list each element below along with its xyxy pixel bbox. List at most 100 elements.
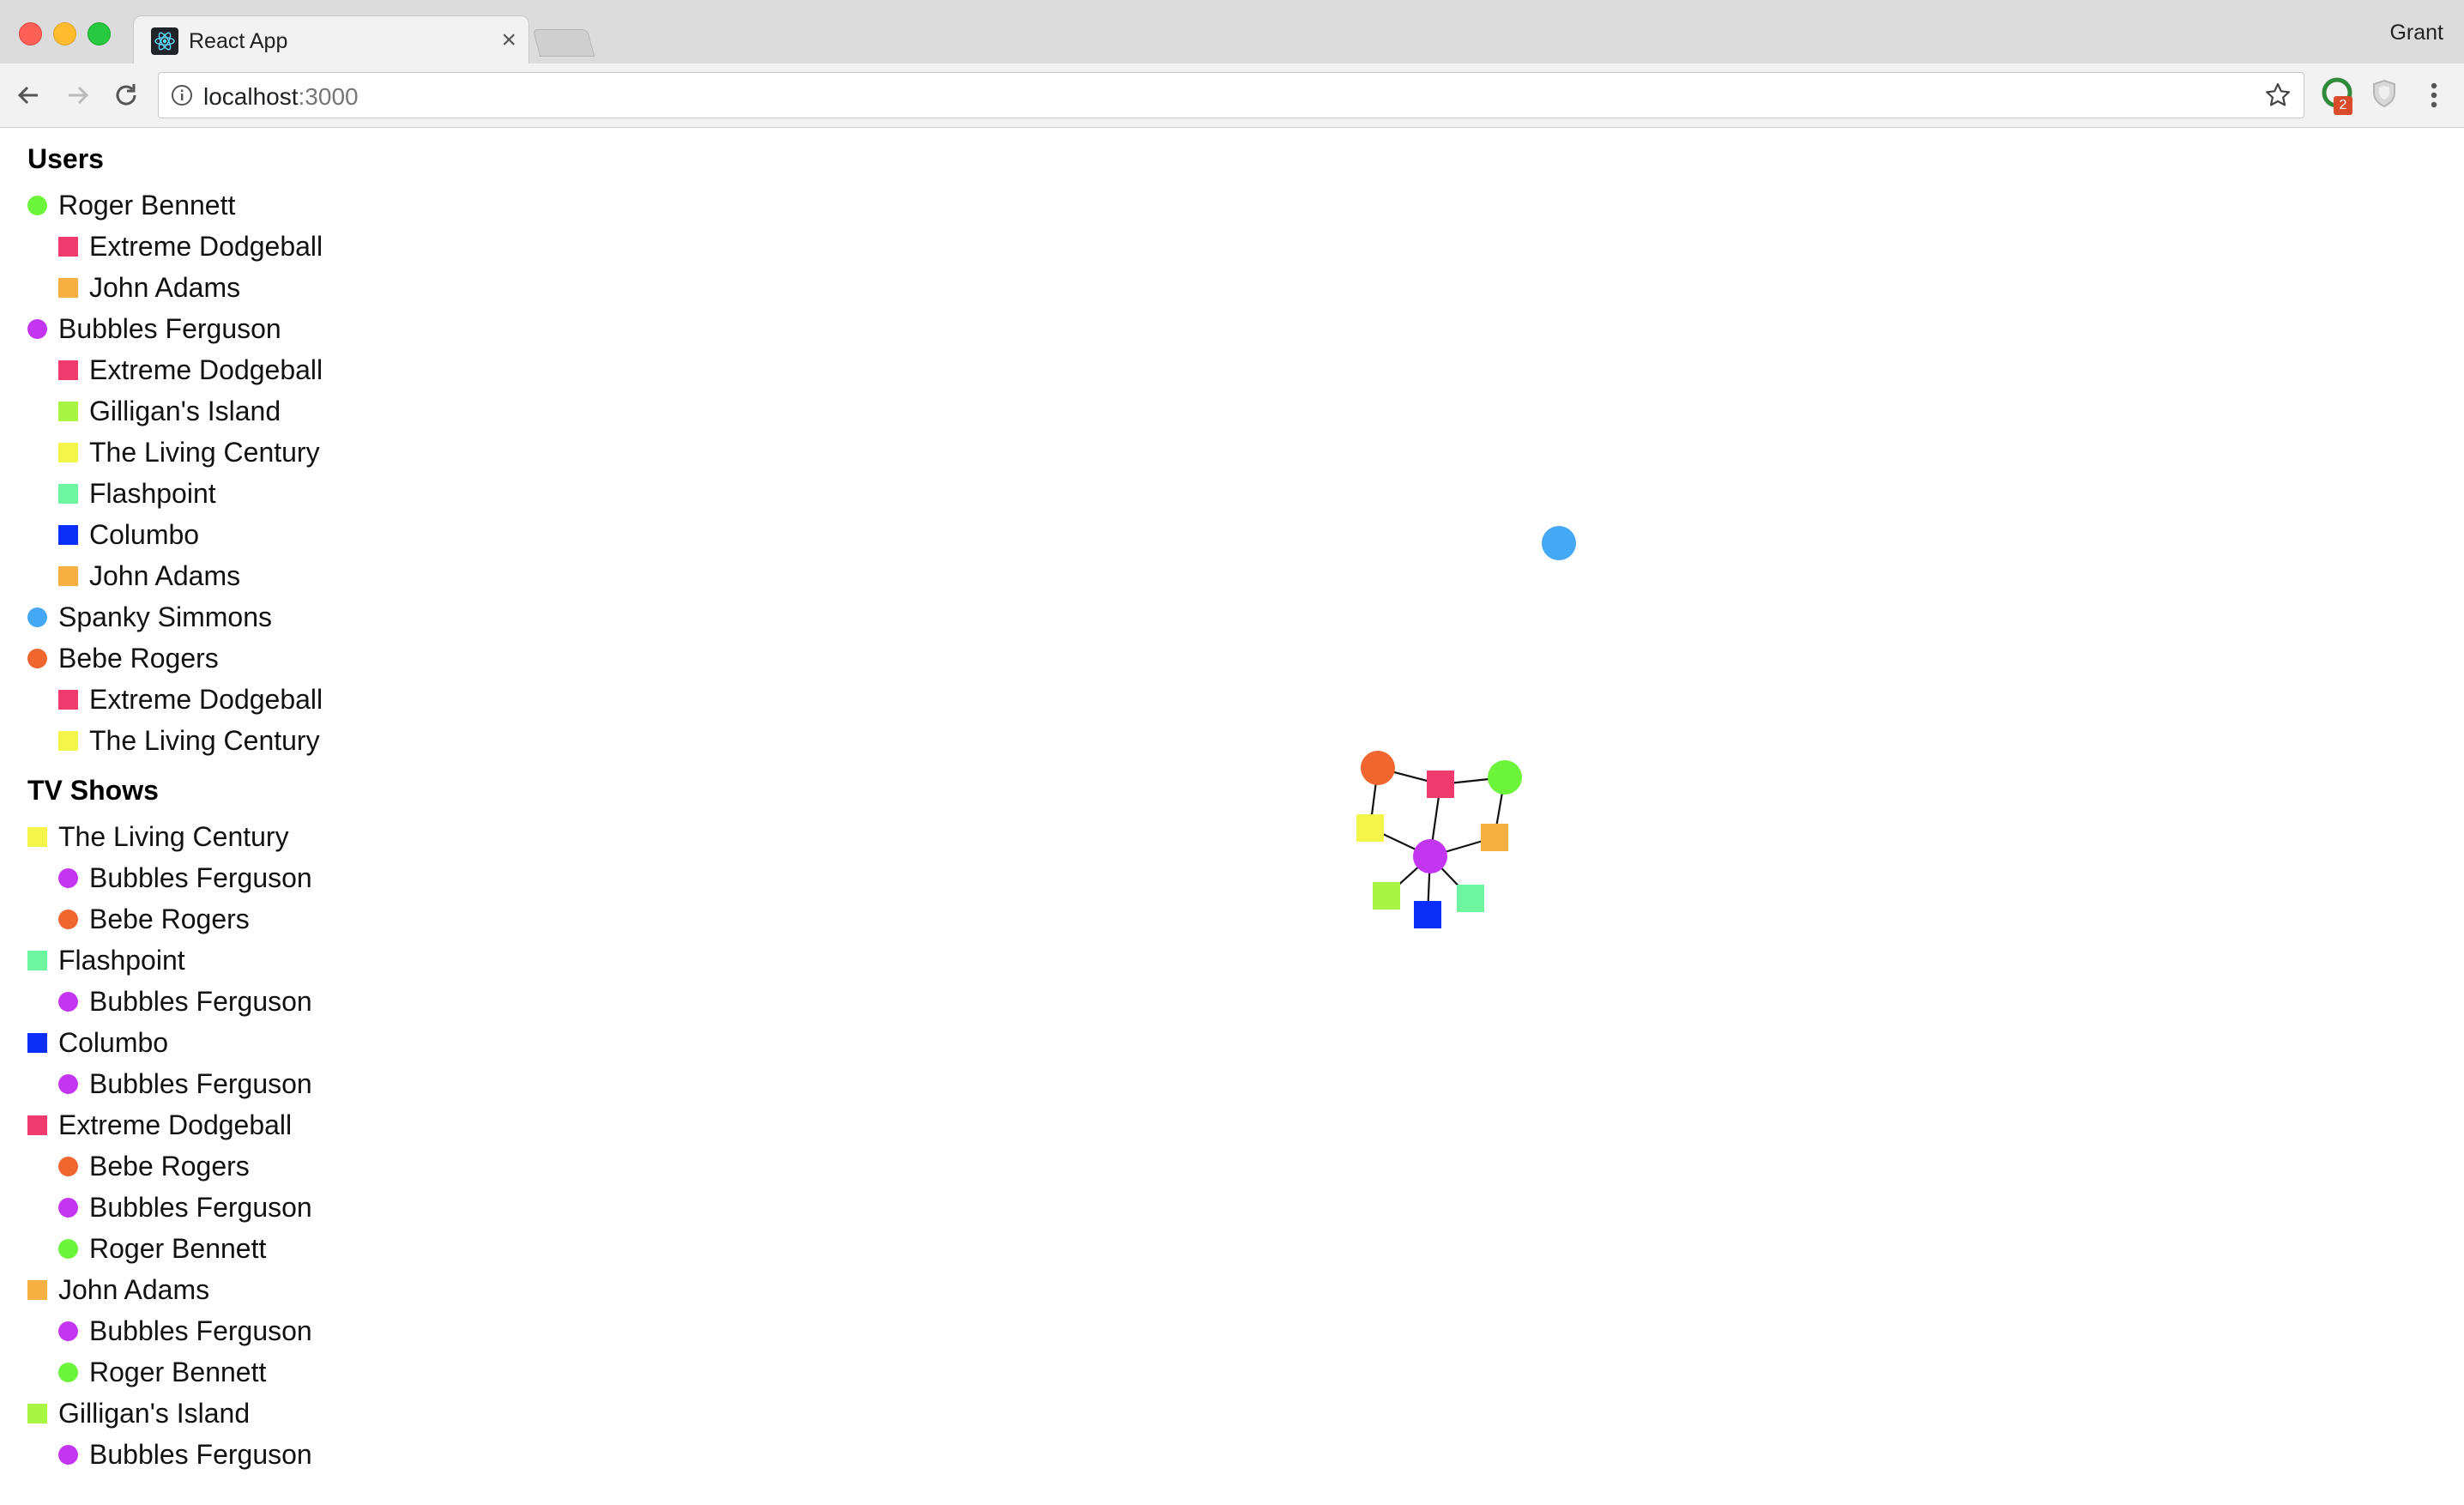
show-square-marker	[58, 402, 78, 421]
user-show-item-john-adams: John Adams	[27, 555, 456, 596]
new-tab-button[interactable]	[532, 29, 595, 57]
users-heading: Users	[27, 143, 104, 174]
show-square-marker	[27, 1404, 47, 1423]
graph-show-node-the-living-century[interactable]	[1356, 814, 1384, 842]
user-circle-marker	[58, 1445, 78, 1465]
graph-user-node-roger-bennett[interactable]	[1488, 760, 1522, 795]
user-show-item-the-living-century-label: The Living Century	[89, 725, 320, 756]
user-show-item-extreme-dodgeball: Extreme Dodgeball	[27, 349, 456, 390]
user-show-item-flashpoint-label: Flashpoint	[89, 478, 216, 509]
user-show-item-flashpoint: Flashpoint	[27, 473, 456, 514]
show-user-item-roger-bennett-label: Roger Bennett	[89, 1357, 267, 1387]
show-user-item-roger-bennett: Roger Bennett	[27, 1351, 456, 1393]
users-list: Roger Bennett Extreme Dodgeball John Adams…	[27, 184, 456, 761]
show-user-item-bubbles-ferguson: Bubbles Ferguson	[27, 857, 456, 898]
show-user-item-bubbles-ferguson: Bubbles Ferguson	[27, 1187, 456, 1228]
user-show-item-extreme-dodgeball-label: Extreme Dodgeball	[89, 684, 323, 715]
show-item-flashpoint: Flashpoint	[27, 940, 456, 981]
graph-user-node-bubbles-ferguson[interactable]	[1413, 839, 1447, 873]
show-user-item-bubbles-ferguson-label: Bubbles Ferguson	[89, 862, 312, 893]
tab-close-icon[interactable]: ×	[501, 25, 516, 56]
user-circle-marker	[27, 319, 47, 339]
info-icon[interactable]	[171, 84, 193, 106]
reload-icon[interactable]	[110, 79, 142, 112]
user-item-spanky-simmons-label: Spanky Simmons	[58, 601, 272, 632]
user-show-item-gilligan-s-island-label: Gilligan's Island	[89, 396, 281, 426]
user-circle-marker	[58, 1198, 78, 1218]
user-circle-marker	[27, 649, 47, 668]
user-item-bebe-rogers-label: Bebe Rogers	[58, 643, 219, 674]
graph-show-node-john-adams[interactable]	[1481, 824, 1508, 851]
show-user-item-bubbles-ferguson: Bubbles Ferguson	[27, 1310, 456, 1351]
show-user-item-bubbles-ferguson: Bubbles Ferguson	[27, 1434, 456, 1475]
show-square-marker	[58, 690, 78, 710]
show-user-item-bubbles-ferguson: Bubbles Ferguson	[27, 981, 456, 1022]
show-user-item-bebe-rogers: Bebe Rogers	[27, 1145, 456, 1187]
show-square-marker	[58, 484, 78, 504]
user-show-item-john-adams: John Adams	[27, 267, 456, 308]
show-user-item-bebe-rogers-label: Bebe Rogers	[89, 904, 250, 934]
graph-show-node-gilligan-s-island[interactable]	[1373, 882, 1400, 910]
user-item-spanky-simmons: Spanky Simmons	[27, 596, 456, 638]
user-item-bebe-rogers: Bebe Rogers	[27, 638, 456, 679]
user-circle-marker	[58, 1239, 78, 1259]
graph-show-node-flashpoint[interactable]	[1457, 885, 1484, 912]
user-show-item-the-living-century: The Living Century	[27, 432, 456, 473]
show-square-marker	[58, 731, 78, 751]
graph-user-node-spanky-simmons[interactable]	[1542, 526, 1576, 560]
show-user-item-bubbles-ferguson-label: Bubbles Ferguson	[89, 1192, 312, 1223]
browser-tab[interactable]: React App ×	[133, 15, 529, 66]
show-item-john-adams: John Adams	[27, 1269, 456, 1310]
user-item-roger-bennett-label: Roger Bennett	[58, 190, 236, 221]
address-bar[interactable]: localhost:3000	[158, 72, 2304, 118]
show-user-item-bebe-rogers: Bebe Rogers	[27, 898, 456, 940]
show-user-item-roger-bennett-label: Roger Bennett	[89, 1233, 267, 1264]
show-item-columbo-label: Columbo	[58, 1027, 169, 1058]
user-show-item-john-adams-label: John Adams	[89, 560, 241, 591]
graph-show-node-extreme-dodgeball[interactable]	[1427, 771, 1454, 798]
show-item-the-living-century: The Living Century	[27, 816, 456, 857]
show-item-columbo: Columbo	[27, 1022, 456, 1063]
user-show-item-extreme-dodgeball-label: Extreme Dodgeball	[89, 231, 323, 262]
show-square-marker	[58, 360, 78, 380]
window-close-button[interactable]	[19, 22, 42, 45]
window-maximize-button[interactable]	[88, 22, 111, 45]
show-user-item-roger-bennett: Roger Bennett	[27, 1228, 456, 1269]
show-item-flashpoint-label: Flashpoint	[58, 945, 185, 976]
user-show-item-columbo-label: Columbo	[89, 519, 200, 550]
extension-badge: 2	[2334, 96, 2352, 115]
user-circle-marker	[58, 868, 78, 888]
show-square-marker	[27, 951, 47, 970]
user-show-item-columbo: Columbo	[27, 514, 456, 555]
graph-show-node-columbo[interactable]	[1414, 901, 1441, 928]
bookmark-star-icon[interactable]	[2264, 82, 2292, 109]
user-show-item-the-living-century: The Living Century	[27, 720, 456, 761]
graph-user-node-bebe-rogers[interactable]	[1361, 751, 1395, 785]
show-item-extreme-dodgeball: Extreme Dodgeball	[27, 1104, 456, 1145]
show-item-gilligan-s-island: Gilligan's Island	[27, 1393, 456, 1434]
show-item-the-living-century-label: The Living Century	[58, 821, 289, 852]
user-show-item-the-living-century-label: The Living Century	[89, 437, 320, 468]
tab-title: React App	[189, 29, 288, 53]
browser-titlebar: React App × Grant	[0, 0, 2464, 66]
back-arrow-icon[interactable]	[12, 79, 45, 112]
shield-extension-icon[interactable]	[2371, 79, 2397, 108]
show-square-marker	[58, 237, 78, 257]
url-text: localhost:3000	[203, 83, 359, 111]
user-show-item-extreme-dodgeball: Extreme Dodgeball	[27, 679, 456, 720]
show-square-marker	[58, 525, 78, 545]
user-circle-marker	[58, 1363, 78, 1382]
user-circle-marker	[58, 992, 78, 1012]
more-menu-icon[interactable]	[2419, 79, 2449, 112]
show-square-marker	[27, 827, 47, 847]
user-circle-marker	[58, 1074, 78, 1094]
show-user-item-bubbles-ferguson: Bubbles Ferguson	[27, 1063, 456, 1104]
sidebar: Users Roger Bennett Extreme Dodgeball John…	[27, 128, 456, 1475]
url-port: :3000	[298, 83, 359, 110]
user-circle-marker	[27, 607, 47, 627]
user-circle-marker	[58, 1157, 78, 1176]
forward-arrow-icon[interactable]	[62, 79, 94, 112]
window-minimize-button[interactable]	[53, 22, 76, 45]
profile-name[interactable]: Grant	[2389, 21, 2443, 45]
user-show-item-john-adams-label: John Adams	[89, 272, 241, 303]
